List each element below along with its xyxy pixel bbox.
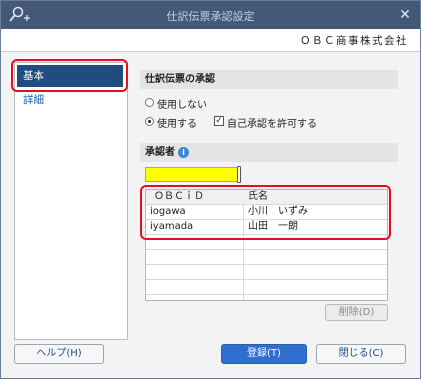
sidebar: 基本 詳細 — [14, 62, 128, 340]
help-button[interactable]: ヘルプ(H) — [14, 344, 104, 364]
empty-row[interactable] — [146, 280, 387, 295]
close-icon[interactable]: ✕ — [392, 2, 418, 28]
highlight-box-grid — [140, 185, 391, 240]
register-button[interactable]: 登録(T) — [221, 344, 307, 364]
company-name: ＯＢＣ商事株式会社 — [300, 35, 408, 47]
empty-row[interactable] — [146, 250, 387, 265]
info-icon[interactable]: i — [178, 147, 189, 158]
delete-button[interactable]: 削除(D) — [325, 304, 388, 321]
radio-not-use[interactable] — [145, 98, 154, 107]
sidebar-item-detail[interactable]: 詳細 — [17, 89, 123, 111]
highlight-box-basic — [11, 59, 128, 92]
empty-row[interactable] — [146, 265, 387, 280]
self-approve-checkbox[interactable]: ✓ — [214, 116, 224, 126]
radio-not-use-label: 使用しない — [157, 100, 207, 111]
radio-use-label: 使用する — [157, 119, 197, 130]
close-button[interactable]: 閉じる(C) — [316, 344, 406, 364]
self-approve-label: 自己承認を許可する — [227, 119, 317, 130]
approver-input[interactable] — [145, 167, 238, 182]
window-title: 仕訳伝票承認設定 — [166, 10, 255, 23]
approvers-title: 承認者 — [145, 147, 175, 158]
title-bar: 仕訳伝票承認設定 ✕ — [1, 1, 420, 29]
approval-section-header: 仕訳伝票の承認 — [140, 70, 398, 89]
input-resize-handle[interactable] — [237, 166, 241, 183]
radio-use[interactable] — [145, 117, 154, 126]
company-bar: ＯＢＣ商事株式会社 — [1, 29, 420, 52]
